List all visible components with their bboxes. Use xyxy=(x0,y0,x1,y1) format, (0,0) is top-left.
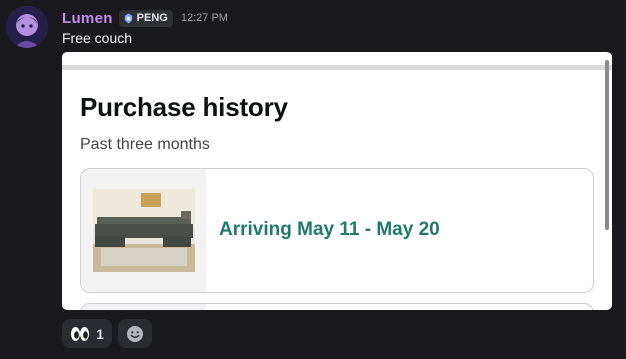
reaction-bar: 1 xyxy=(62,319,152,348)
peng-badge-icon xyxy=(124,12,132,24)
server-tag[interactable]: PENG xyxy=(118,9,173,27)
delivery-status[interactable]: Arriving May 11 - May 20 xyxy=(219,219,440,241)
reaction-count: 1 xyxy=(96,325,104,342)
product-thumbnail-next xyxy=(81,304,206,310)
user-avatar[interactable] xyxy=(6,6,48,48)
couch-image xyxy=(93,189,195,272)
reaction-eyes[interactable]: 1 xyxy=(62,319,112,348)
add-reaction-icon xyxy=(127,325,143,342)
username[interactable]: Lumen xyxy=(62,10,113,27)
order-card: Arriving May 11 - May 20 xyxy=(80,168,594,293)
embedded-screenshot[interactable]: Purchase history Past three months Arriv… xyxy=(62,52,612,310)
page-subtitle: Past three months xyxy=(80,136,210,153)
page-top-bar xyxy=(62,65,612,70)
add-reaction-button[interactable] xyxy=(118,319,152,348)
eyes-icon xyxy=(71,326,90,341)
message-header: Lumen PENG 12:27 PM xyxy=(62,9,228,27)
order-card-next xyxy=(80,303,594,310)
scrollbar-thumb xyxy=(605,60,609,230)
message-timestamp: 12:27 PM xyxy=(180,12,228,24)
product-thumbnail xyxy=(81,169,206,292)
message-content: Free couch xyxy=(62,30,133,46)
server-tag-label: PENG xyxy=(136,12,168,24)
avatar-image xyxy=(6,6,48,48)
page-title: Purchase history xyxy=(80,92,288,122)
